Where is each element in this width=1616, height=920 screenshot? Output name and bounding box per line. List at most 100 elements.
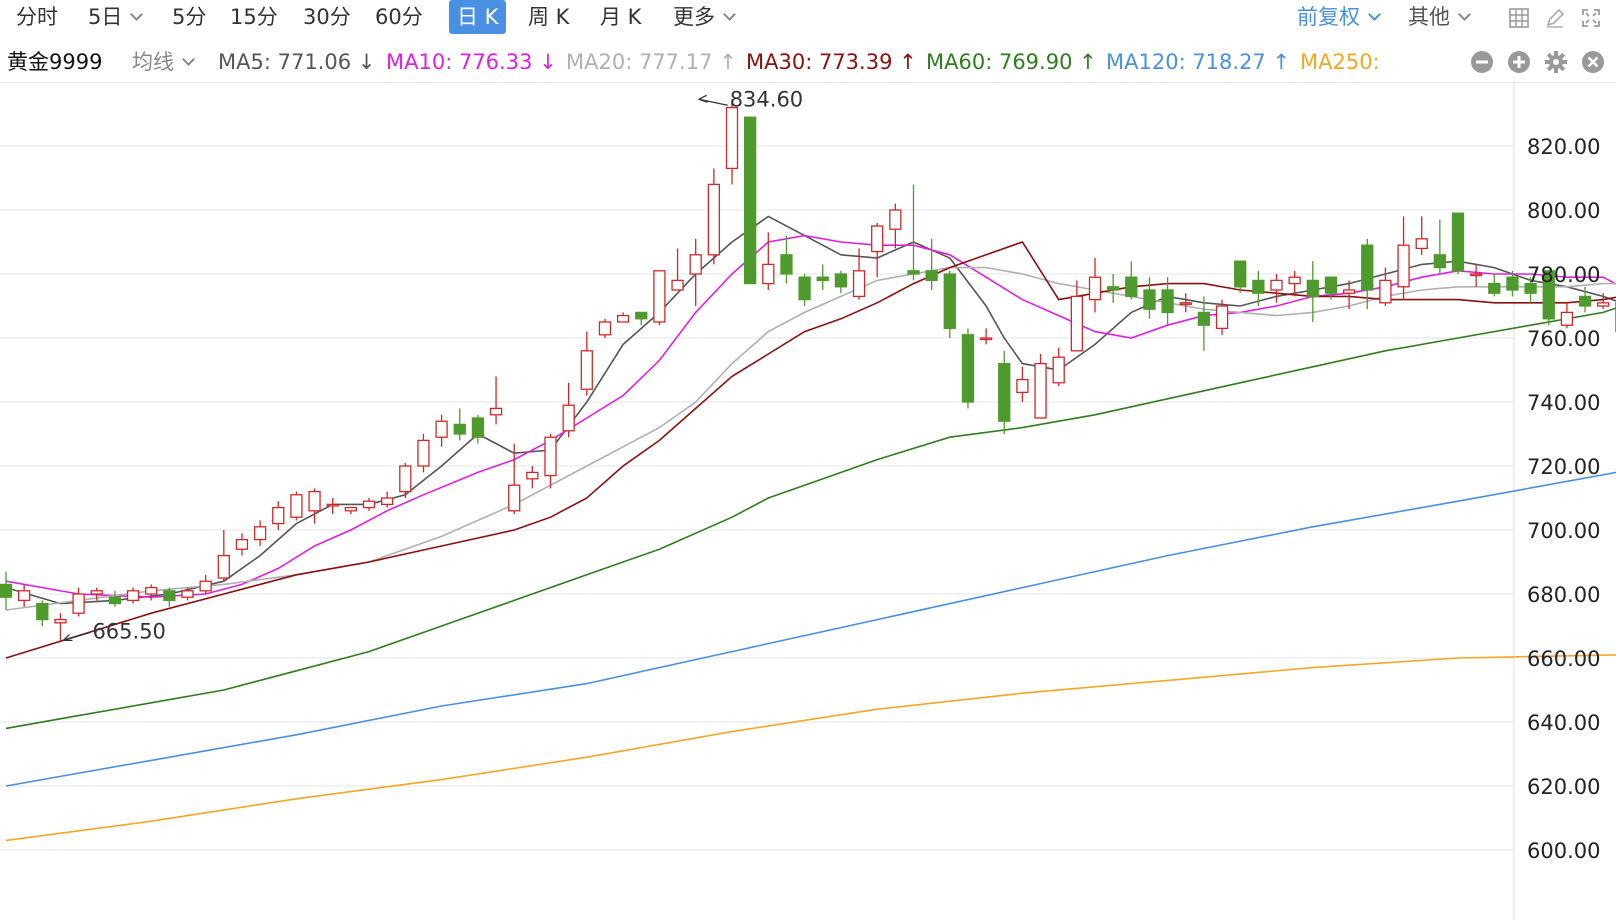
legend-ma120: MA120: 718.27 ↑ [1106,50,1291,74]
candle-body [399,465,412,493]
legend-ma5: MA5: 771.06 ↓ [218,50,376,74]
candle-body [562,404,575,432]
candle-body [1088,276,1102,301]
candle-body [471,417,485,438]
chevron-down-icon [1368,8,1381,21]
candle-body [1470,273,1483,277]
candle-body [961,334,975,403]
candle-body [762,263,775,285]
tab-60min[interactable]: 60分 [375,0,423,34]
annotation-arrowhead [698,94,708,103]
candle [1415,216,1428,255]
candle [979,328,993,345]
y-tick-label: 820.00 [1527,135,1600,159]
tab-weekly-k[interactable]: 周 K [528,0,569,34]
candle [871,222,884,278]
candle-body [17,590,31,602]
candle-body [725,106,739,170]
tab-label: 5日 [88,5,123,29]
tab-label: 月 K [600,5,642,29]
candle [526,466,539,489]
candle-body [163,590,176,602]
adjust-dropdown[interactable]: 前复权 [1297,0,1381,34]
close-icon[interactable] [1581,50,1605,74]
candle-body [1433,254,1446,269]
tab-daily-k[interactable]: 日 K [449,0,507,34]
candle-body [453,423,466,435]
tab-label: 更多 [673,5,715,29]
candle [163,587,176,607]
candle-body [907,270,920,275]
candle-body [380,497,394,506]
tab-fenshi[interactable]: 分时 [16,0,58,34]
candle-body [326,503,339,507]
kline-chart[interactable]: 834.60 665.50 820.00 800.00 780.00 760.00 740… [0,82,1616,920]
candle-body [1197,311,1211,326]
candle-body [344,506,358,512]
candle-body [489,407,503,416]
other-dropdown[interactable]: 其他 [1408,0,1471,34]
candle-body [1451,212,1465,272]
tab-monthly-k[interactable]: 月 K [600,0,641,34]
tab-label: 分时 [16,5,58,29]
candle [1179,293,1192,313]
ma-selector[interactable]: 均线 [132,42,195,82]
candle-body [798,276,811,301]
chevron-down-icon [723,8,736,21]
gear-icon[interactable] [1544,50,1568,74]
tab-5day[interactable]: 5日 [88,0,144,34]
candle [1433,219,1446,274]
candle-body [671,279,684,291]
candle-body [998,362,1011,422]
y-tick-label: 640.00 [1527,711,1600,735]
candle [308,488,321,524]
other-label: 其他 [1408,5,1450,29]
y-tick-label: 780.00 [1527,263,1600,287]
candle [580,331,593,396]
candle-body [1306,279,1319,298]
tab-more[interactable]: 更多 [673,0,736,34]
candle-body [1270,279,1283,291]
candle [798,274,811,306]
grid-icon[interactable] [1508,7,1530,29]
grid-layer [0,82,1515,920]
candle-body [1125,276,1138,298]
candle-body [308,490,321,512]
candle [1125,261,1138,300]
candle [1088,258,1102,313]
candle [1197,296,1211,351]
zoom-out-icon[interactable] [1470,50,1494,74]
candle-body [217,554,230,579]
candle-body [635,311,648,320]
tab-label: 周 K [528,5,570,29]
ma-legend-bar: 黄金9999 均线 MA5: 771.06 ↓ MA10: 776.33 ↓ M… [0,42,1616,83]
low-price-label: 665.50 [92,619,165,643]
candle-body [1143,289,1156,310]
candle [36,600,49,626]
candle-body [689,254,702,275]
candle-body [834,273,848,288]
fullscreen-icon[interactable] [1580,7,1602,29]
tab-15min[interactable]: 15分 [230,0,278,34]
candle-body [272,506,285,525]
tab-label: 15分 [230,5,278,29]
candle [253,520,267,546]
candle [290,491,303,521]
y-tick-label: 660.00 [1527,647,1600,671]
y-tick-label: 760.00 [1527,327,1600,351]
zoom-in-icon[interactable] [1507,50,1531,74]
tab-30min[interactable]: 30分 [303,0,351,34]
candle-body [526,471,539,480]
candle [362,498,376,511]
candle-body [816,276,829,282]
pencil-icon[interactable] [1544,7,1566,29]
candle-body [1488,282,1501,294]
candle-body [1506,276,1519,291]
candle-body [616,314,630,323]
candle-body [290,494,303,518]
y-tick-label: 600.00 [1527,839,1600,863]
candle-body [943,273,956,330]
y-axis: 820.00 800.00 780.00 760.00 740.00 720.00 700.… [1527,135,1600,863]
candle-body [362,500,376,509]
tab-5min[interactable]: 5分 [172,0,206,34]
